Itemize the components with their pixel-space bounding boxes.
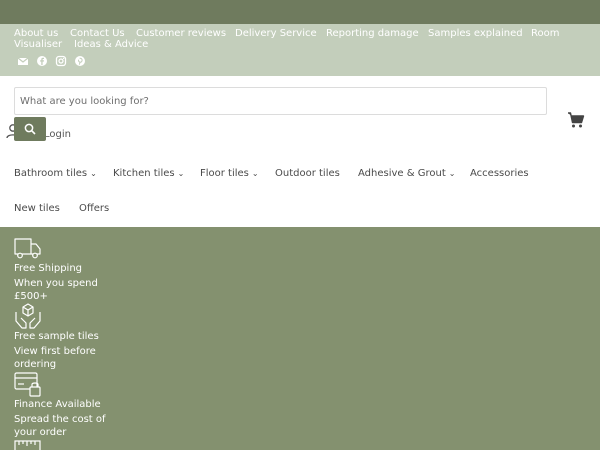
nav-outdoor-tiles[interactable]: Outdoor tiles xyxy=(275,168,340,180)
utility-link-room[interactable]: Room xyxy=(531,28,559,39)
ruler-icon xyxy=(14,438,42,457)
feature-title: Free Shipping xyxy=(14,263,83,274)
feature-title: Finance Available xyxy=(14,399,101,410)
nav-label: Kitchen tiles xyxy=(113,168,175,179)
utility-link-visualiser[interactable]: Visualiser xyxy=(14,39,62,50)
utility-bar: About us Contact Us Customer reviews Del… xyxy=(0,24,600,76)
utility-link-about-us[interactable]: About us xyxy=(14,28,58,39)
login-link[interactable]: Login xyxy=(44,129,71,140)
nav-label: Floor tiles xyxy=(200,168,249,179)
feature-subtitle: Spread the cost of your order xyxy=(14,414,106,438)
nav-label: Adhesive & Grout xyxy=(358,168,446,179)
utility-link-ideas-advice[interactable]: Ideas & Advice xyxy=(74,39,148,50)
search-input[interactable] xyxy=(20,88,540,114)
delivery-truck-icon xyxy=(14,236,42,264)
utility-link-samples-explained[interactable]: Samples explained xyxy=(428,28,523,39)
utility-link-delivery-service[interactable]: Delivery Service xyxy=(235,28,317,39)
utility-link-customer-reviews[interactable]: Customer reviews xyxy=(136,28,226,39)
features-section: Free Shipping When you spend £500+ Free … xyxy=(0,227,600,452)
search-button[interactable] xyxy=(14,117,46,141)
chevron-down-icon: ⌄ xyxy=(448,169,456,178)
feature-subtitle: View first before ordering xyxy=(14,346,96,370)
nav-label: Bathroom tiles xyxy=(14,168,88,179)
search-icon xyxy=(24,123,36,135)
nav-offers[interactable]: Offers xyxy=(79,203,109,215)
nav-bathroom-tiles[interactable]: Bathroom tiles ⌄ xyxy=(14,168,97,180)
nav-new-tiles[interactable]: New tiles xyxy=(14,203,60,215)
utility-link-reporting-damage[interactable]: Reporting damage xyxy=(326,28,419,39)
search-box xyxy=(14,87,547,115)
feature-subtitle: When you spend £500+ xyxy=(14,278,98,302)
chevron-down-icon: ⌄ xyxy=(177,169,185,178)
pinterest-icon[interactable] xyxy=(74,55,86,67)
email-icon[interactable] xyxy=(17,55,29,67)
cart-icon[interactable] xyxy=(567,111,585,133)
nav-accessories[interactable]: Accessories xyxy=(470,168,529,180)
chevron-down-icon: ⌄ xyxy=(90,169,97,178)
feature-title: Free sample tiles xyxy=(14,331,99,342)
utility-link-contact-us[interactable]: Contact Us xyxy=(70,28,125,39)
facebook-icon[interactable] xyxy=(36,55,48,67)
nav-floor-tiles[interactable]: Floor tiles ⌄ xyxy=(200,168,259,180)
nav-adhesive-grout[interactable]: Adhesive & Grout ⌄ xyxy=(358,168,455,180)
chevron-down-icon: ⌄ xyxy=(251,169,259,178)
nav-kitchen-tiles[interactable]: Kitchen tiles ⌄ xyxy=(113,168,184,180)
announcement-bar xyxy=(0,0,600,24)
instagram-icon[interactable] xyxy=(55,55,67,67)
